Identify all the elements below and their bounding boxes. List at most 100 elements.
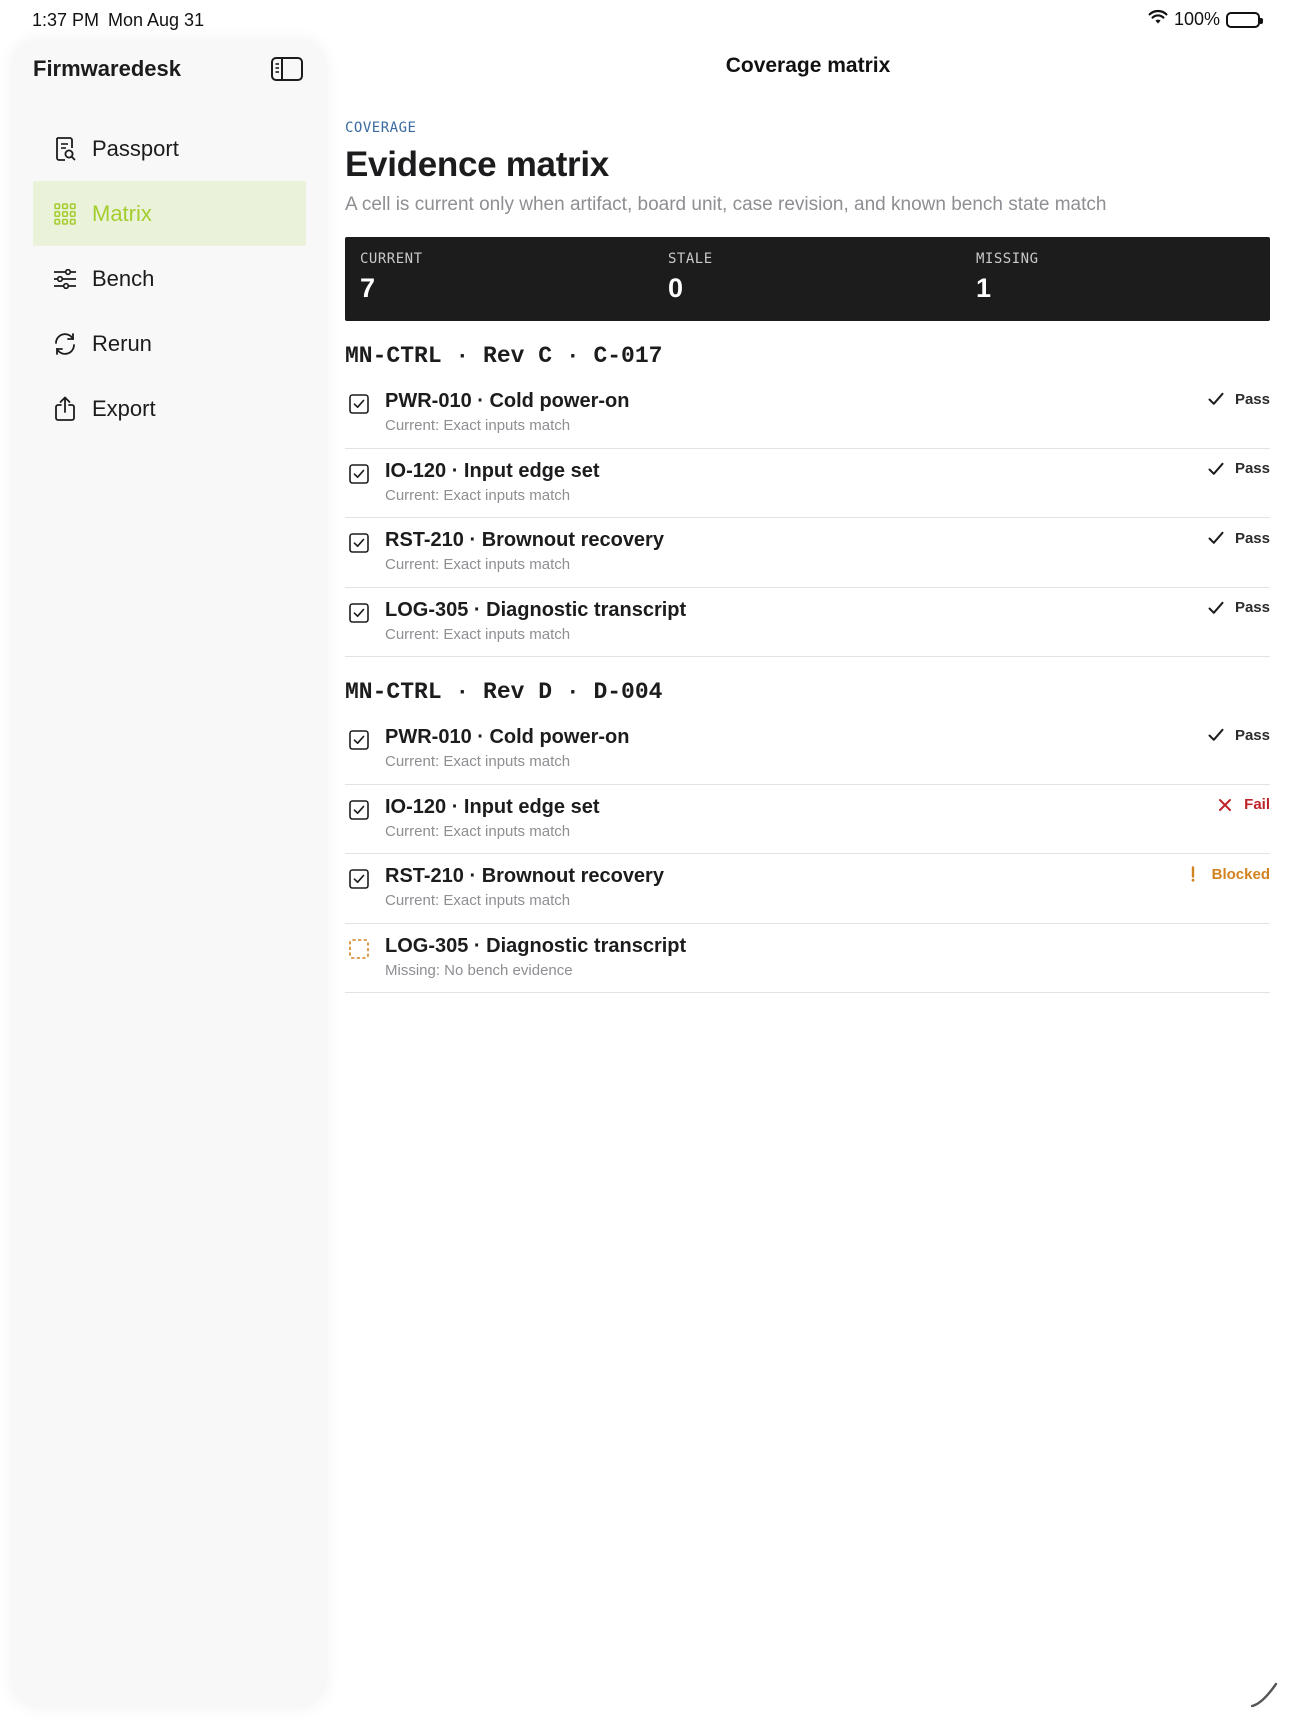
status-label: Pass <box>1234 529 1270 547</box>
status-time: 1:37 PM <box>32 10 100 30</box>
share-icon <box>52 396 78 422</box>
checkbox-checked-icon <box>349 394 369 414</box>
evidence-title: IO-120 · Input edge set <box>385 795 600 818</box>
evidence-row[interactable]: LOG-305 · Diagnostic transcript Current: … <box>345 588 1270 657</box>
status-label: Pass <box>1234 460 1270 477</box>
status-label: Pass <box>1234 390 1270 408</box>
cross-icon <box>1216 796 1234 814</box>
status-date: Mon Aug 31 <box>108 10 205 30</box>
stat-label: STALE <box>668 251 713 267</box>
sidebar-toggle-icon[interactable] <box>270 55 304 83</box>
rerun-icon <box>52 331 78 357</box>
stat-missing: MISSING 1 <box>976 251 1039 304</box>
checkbox-checked-icon <box>349 799 369 820</box>
status-badge: Pass <box>1207 599 1270 617</box>
evidence-state: Current: Exact inputs match <box>385 892 571 909</box>
exclamation-icon <box>1184 865 1202 883</box>
checkbox-checked-icon <box>349 730 369 750</box>
checkmark-icon <box>1207 460 1225 478</box>
status-badge: Pass <box>1207 390 1270 408</box>
status-indicators: 100% <box>1148 9 1263 30</box>
evidence-row[interactable]: IO-120 · Input edge set Current: Exact in… <box>345 449 1270 518</box>
sidebar-item-label: Bench <box>92 265 155 291</box>
stat-label: CURRENT <box>360 251 423 267</box>
status-badge: Pass <box>1207 726 1270 744</box>
status-label: Pass <box>1234 726 1270 744</box>
wifi-icon <box>1148 9 1168 30</box>
evidence-state: Missing: No bench evidence <box>385 961 573 979</box>
battery-percent: 100% <box>1173 9 1220 29</box>
checkbox-checked-icon <box>349 869 369 889</box>
sidebar-item-bench[interactable]: Bench <box>33 246 306 311</box>
section-eyebrow: COVERAGE <box>345 120 417 136</box>
evidence-row[interactable]: LOG-305 · Diagnostic transcript Missing: … <box>345 924 1270 993</box>
evidence-title: RST-210 · Brownout recovery <box>385 529 664 551</box>
sidebar-item-export[interactable]: Export <box>33 376 306 441</box>
page-header-title: Coverage matrix <box>725 54 891 77</box>
status-badge: Pass <box>1207 529 1270 547</box>
evidence-state: Current: Exact inputs match <box>385 822 571 840</box>
checkbox-checked-icon <box>349 533 369 553</box>
stats-bar: CURRENT 7 STALE 0 MISSING 1 <box>345 237 1270 321</box>
evidence-state: Current: Exact inputs match <box>385 753 571 770</box>
status-badge: Blocked <box>1184 865 1270 883</box>
sidebar-item-matrix[interactable]: Matrix <box>33 181 306 246</box>
sidebar: Firmwaredesk Passport Matrix Bench Rerun… <box>12 40 326 1707</box>
checkmark-icon <box>1207 599 1225 617</box>
evidence-row[interactable]: PWR-010 · Cold power-on Current: Exact in… <box>345 379 1270 449</box>
passport-icon <box>52 136 78 162</box>
sliders-icon <box>52 266 78 292</box>
sidebar-item-label: Rerun <box>92 330 152 356</box>
checkmark-icon <box>1207 390 1225 408</box>
status-badge: Pass <box>1207 460 1270 478</box>
status-label: Blocked <box>1211 865 1270 883</box>
sidebar-item-label: Matrix <box>92 200 152 226</box>
evidence-state: Current: Exact inputs match <box>385 556 571 573</box>
group-title: MN-CTRL · Rev C · C-017 <box>345 343 663 369</box>
status-label: Fail <box>1244 796 1270 813</box>
evidence-row[interactable]: RST-210 · Brownout recovery Current: Exac… <box>345 518 1270 588</box>
evidence-row[interactable]: IO-120 · Input edge set Current: Exact in… <box>345 785 1270 854</box>
missing-box-icon <box>349 938 369 959</box>
coverage-groups: MN-CTRL · Rev C · C-017 PWR-010 · Cold po… <box>345 343 1270 993</box>
stat-current: CURRENT 7 <box>360 251 423 304</box>
grid-icon <box>52 201 78 227</box>
status-badge: Fail <box>1216 796 1270 814</box>
main-content: COVERAGE Evidence matrix A cell is curre… <box>345 120 1270 993</box>
page-subtitle: A cell is current only when artifact, bo… <box>345 194 1107 215</box>
evidence-title: PWR-010 · Cold power-on <box>385 390 630 412</box>
checkbox-checked-icon <box>349 463 369 484</box>
stat-value: 1 <box>976 273 992 303</box>
evidence-state: Current: Exact inputs match <box>385 417 571 434</box>
evidence-state: Current: Exact inputs match <box>385 486 571 504</box>
checkbox-checked-icon <box>349 602 369 623</box>
evidence-row[interactable]: PWR-010 · Cold power-on Current: Exact in… <box>345 715 1270 785</box>
evidence-title: LOG-305 · Diagnostic transcript <box>385 934 687 957</box>
sidebar-item-passport[interactable]: Passport <box>33 116 306 181</box>
sidebar-title: Firmwaredesk <box>33 56 181 81</box>
stat-value: 7 <box>360 273 376 303</box>
sidebar-item-label: Passport <box>92 135 179 161</box>
status-label: Pass <box>1234 599 1270 616</box>
evidence-title: IO-120 · Input edge set <box>385 459 600 482</box>
evidence-title: RST-210 · Brownout recovery <box>385 865 664 887</box>
evidence-state: Current: Exact inputs match <box>385 625 571 643</box>
sidebar-item-label: Export <box>92 395 156 421</box>
evidence-row[interactable]: RST-210 · Brownout recovery Current: Exac… <box>345 854 1270 924</box>
pencil-corner-icon[interactable] <box>1248 1678 1280 1710</box>
battery-icon <box>1226 11 1263 28</box>
stat-value: 0 <box>668 273 684 303</box>
evidence-list: PWR-010 · Cold power-on Current: Exact in… <box>345 379 1270 657</box>
stat-label: MISSING <box>976 251 1039 267</box>
checkmark-icon <box>1207 529 1225 547</box>
evidence-title: PWR-010 · Cold power-on <box>385 726 630 748</box>
status-bar: 1:37 PM Mon Aug 31 100% <box>0 0 1290 40</box>
checkmark-icon <box>1207 726 1225 744</box>
sidebar-nav: Passport Matrix Bench Rerun Export <box>33 116 306 441</box>
page-title: Evidence matrix <box>345 145 609 184</box>
group-title: MN-CTRL · Rev D · D-004 <box>345 679 663 705</box>
evidence-title: LOG-305 · Diagnostic transcript <box>385 598 687 621</box>
stat-stale: STALE 0 <box>668 251 713 304</box>
sidebar-item-rerun[interactable]: Rerun <box>33 311 306 376</box>
evidence-list: PWR-010 · Cold power-on Current: Exact in… <box>345 715 1270 993</box>
